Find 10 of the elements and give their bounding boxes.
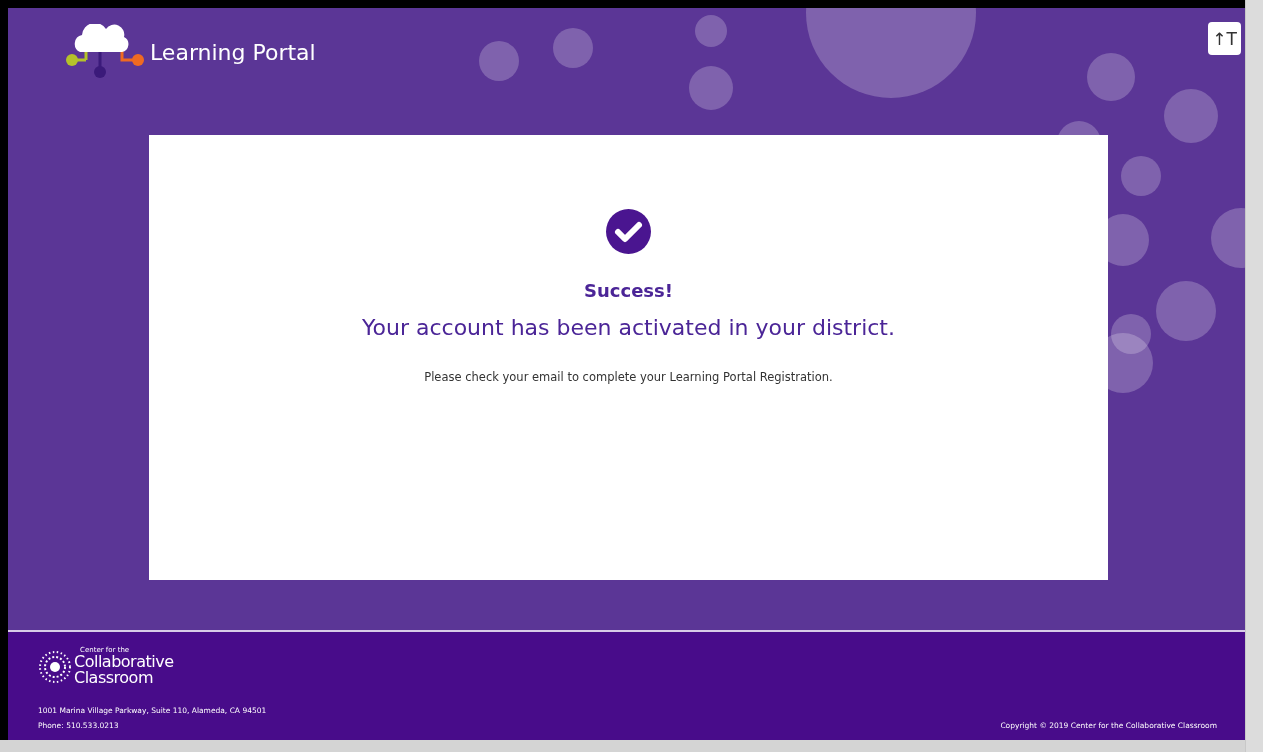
logo-word: Collaborative [74,654,174,670]
instruction-text: Please check your email to complete your Learning Portal Registration. [424,370,833,384]
dotted-circle-logo-icon [38,649,72,684]
success-title: Success! [584,280,673,301]
check-circle-icon [606,209,651,254]
brand-title: Learning Portal [150,39,316,65]
activation-heading: Your account has been activated in your district. [362,315,895,340]
vertical-scrollbar[interactable] [1245,0,1263,752]
logo-word: Classroom [74,670,154,686]
text-size-button[interactable]: ↑T [1208,22,1241,55]
